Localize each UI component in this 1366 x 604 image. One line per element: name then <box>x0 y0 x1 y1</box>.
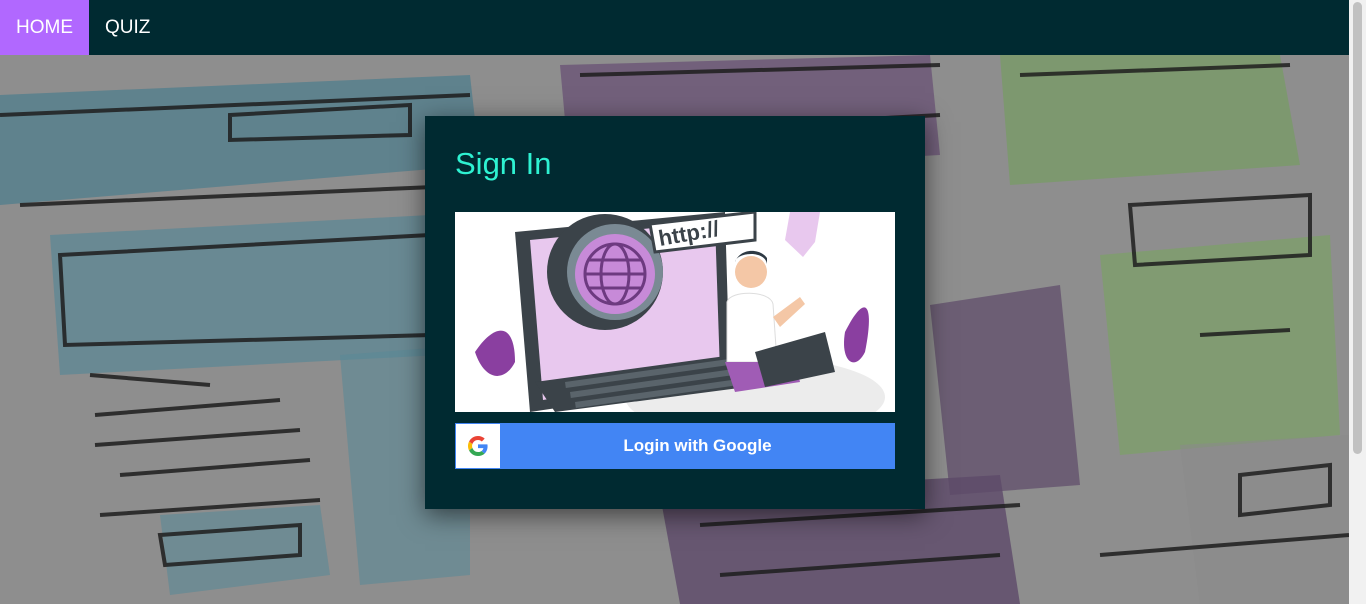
page-scrollbar[interactable] <box>1349 0 1366 604</box>
signin-card: Sign In http:// Login with Google <box>425 116 925 509</box>
login-illustration: http:// <box>455 212 895 412</box>
top-navbar: HOME QUIZ <box>0 0 1349 55</box>
google-button-label: Login with Google <box>623 436 772 455</box>
nav-home-link[interactable]: HOME <box>0 0 89 55</box>
scrollbar-thumb[interactable] <box>1353 2 1362 454</box>
nav-quiz-link[interactable]: QUIZ <box>89 0 166 55</box>
google-g-icon <box>468 436 488 456</box>
login-with-google-button[interactable]: Login with Google <box>455 423 895 469</box>
google-icon-box <box>456 424 500 468</box>
signin-title: Sign In <box>455 146 552 181</box>
